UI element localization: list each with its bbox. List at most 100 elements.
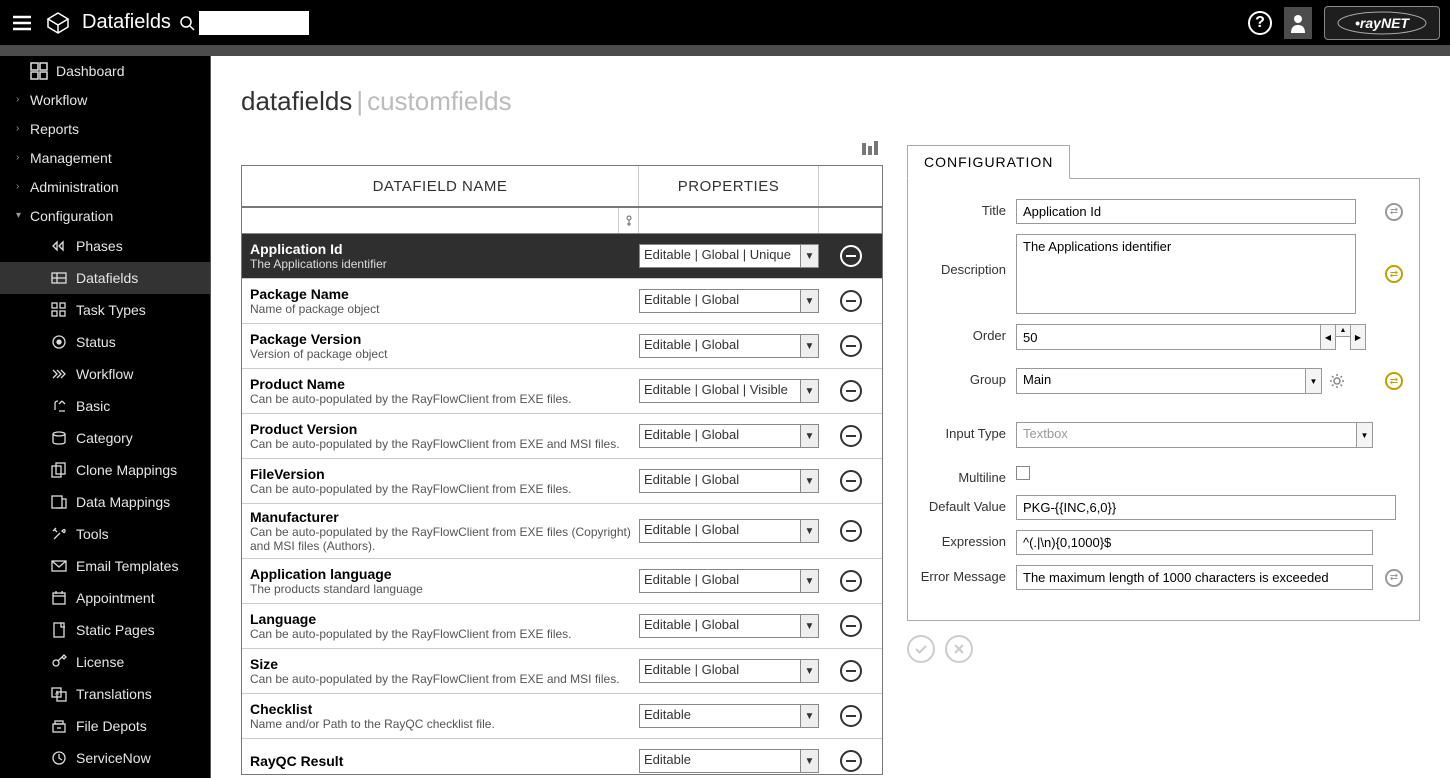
label-inputtype: Input Type [916,422,1016,441]
filter-props-input[interactable] [639,208,818,233]
chevron-down-icon: ▼ [800,470,818,492]
sidebar-item-category[interactable]: Category [0,422,210,454]
sidebar-item-filedepots[interactable]: File Depots [0,710,210,742]
props-select[interactable]: Editable | Global | Unique▼ [639,244,819,268]
gear-icon[interactable] [1328,372,1346,390]
table-row[interactable]: FileVersionCan be auto-populated by the … [242,459,882,504]
remove-button[interactable] [840,660,862,682]
sidebar-item-translations[interactable]: ATranslations [0,678,210,710]
chevron-down-icon: ▼ [800,335,818,357]
table-row[interactable]: Product NameCan be auto-populated by the… [242,369,882,414]
chevron-down-icon: ▼ [800,570,818,592]
sidebar-item-clone[interactable]: Clone Mappings [0,454,210,486]
props-select[interactable]: Editable▼ [639,704,819,728]
table-row[interactable]: Application IdThe Applications identifie… [242,234,882,279]
sidebar-item-datafields[interactable]: Datafields [0,262,210,294]
translate-title-icon[interactable]: ⇄ [1385,203,1403,221]
email-icon [50,557,68,575]
table-row[interactable]: Package NameName of package objectEditab… [242,279,882,324]
remove-button[interactable] [840,245,862,267]
table-row[interactable]: SizeCan be auto-populated by the RayFlow… [242,649,882,694]
remove-button[interactable] [840,425,862,447]
remove-button[interactable] [840,570,862,592]
input-title[interactable] [1016,199,1356,224]
search-icon[interactable] [179,15,195,31]
sidebar-administration[interactable]: ›Administration [0,172,210,201]
col-properties[interactable]: PROPERTIES [639,166,819,206]
user-button[interactable] [1284,7,1312,39]
remove-button[interactable] [840,615,862,637]
sidebar-management[interactable]: ›Management [0,143,210,172]
chevron-down-icon: ▼ [800,705,818,727]
sidebar-item-status[interactable]: Status [0,326,210,358]
translate-desc-icon[interactable]: ⇄ [1385,265,1403,283]
cancel-button[interactable] [945,635,973,663]
props-select[interactable]: Editable | Global▼ [639,424,819,448]
input-default[interactable] [1016,495,1396,520]
order-left-btn[interactable]: ◀ [1320,324,1336,350]
sidebar-item-appointment[interactable]: Appointment [0,582,210,614]
sidebar-item-basic[interactable]: Basic [0,390,210,422]
select-group[interactable]: Main▼ [1016,368,1322,394]
sidebar-item-phases[interactable]: Phases [0,230,210,262]
remove-button[interactable] [840,290,862,312]
order-up-btn[interactable]: ▲ [1335,324,1351,337]
remove-button[interactable] [840,750,862,772]
props-select[interactable]: Editable | Global▼ [639,469,819,493]
chevron-down-icon: ▼ [800,750,818,772]
sidebar-workflow[interactable]: ›Workflow [0,85,210,114]
input-order[interactable] [1016,324,1321,350]
sidebar-item-static[interactable]: Static Pages [0,614,210,646]
table-row[interactable]: ManufacturerCan be auto-populated by the… [242,504,882,559]
table-row[interactable]: LanguageCan be auto-populated by the Ray… [242,604,882,649]
table-row[interactable]: Application languageThe products standar… [242,559,882,604]
remove-button[interactable] [840,335,862,357]
hamburger-icon[interactable] [10,11,34,35]
filter-name-input[interactable] [242,208,618,233]
translate-group-icon[interactable]: ⇄ [1385,372,1403,390]
remove-button[interactable] [840,380,862,402]
sidebar-configuration[interactable]: ▾Configuration [0,201,210,230]
props-select[interactable]: Editable | Global▼ [639,659,819,683]
translate-error-icon[interactable]: ⇄ [1385,569,1403,587]
grid-header: DATAFIELD NAME PROPERTIES [242,166,882,208]
sidebar-dashboard[interactable]: Dashboard [0,56,210,85]
remove-button[interactable] [840,520,862,542]
search-input[interactable] [199,11,309,35]
remove-button[interactable] [840,705,862,727]
help-icon[interactable]: ? [1248,11,1272,35]
props-select[interactable]: Editable | Global▼ [639,569,819,593]
sidebar-reports[interactable]: ›Reports [0,114,210,143]
sidebar-item-tools[interactable]: Tools [0,518,210,550]
props-select[interactable]: Editable | Global▼ [639,519,819,543]
sidebar-item-tasktypes[interactable]: Task Types [0,294,210,326]
props-select[interactable]: Editable | Global▼ [639,334,819,358]
checkbox-multiline[interactable] [1016,466,1030,480]
sidebar-item-workflow[interactable]: Workflow [0,358,210,390]
chevron-down-icon: ▼ [800,245,818,267]
confirm-button[interactable] [907,635,935,663]
table-row[interactable]: Product VersionCan be auto-populated by … [242,414,882,459]
input-description[interactable] [1016,234,1356,314]
props-select[interactable]: Editable | Global▼ [639,614,819,638]
sidebar-item-datamap[interactable]: Data Mappings [0,486,210,518]
input-error[interactable] [1016,565,1373,590]
filter-icon[interactable] [619,208,639,233]
sidebar-item-email[interactable]: Email Templates [0,550,210,582]
input-expression[interactable] [1016,530,1373,555]
remove-button[interactable] [840,470,862,492]
tab-configuration[interactable]: CONFIGURATION [907,145,1070,179]
col-datafield-name[interactable]: DATAFIELD NAME [242,166,639,206]
props-select[interactable]: Editable | Global | Visible▼ [639,379,819,403]
table-row[interactable]: ChecklistName and/or Path to the RayQC c… [242,694,882,739]
order-right-btn[interactable]: ▶ [1350,324,1366,350]
table-row[interactable]: RayQC ResultEditable▼ [242,739,882,774]
table-row[interactable]: Package VersionVersion of package object… [242,324,882,369]
sidebar-item-license[interactable]: License [0,646,210,678]
props-select[interactable]: Editable▼ [639,749,819,773]
props-select[interactable]: Editable | Global▼ [639,289,819,313]
columns-icon[interactable] [861,140,879,158]
sidebar-item-servicenow[interactable]: ServiceNow [0,742,210,774]
configuration-panel: Title ⇄ Description ⇄ [907,178,1420,621]
datafields-grid: DATAFIELD NAME PROPERTIES Application Id… [241,165,883,775]
